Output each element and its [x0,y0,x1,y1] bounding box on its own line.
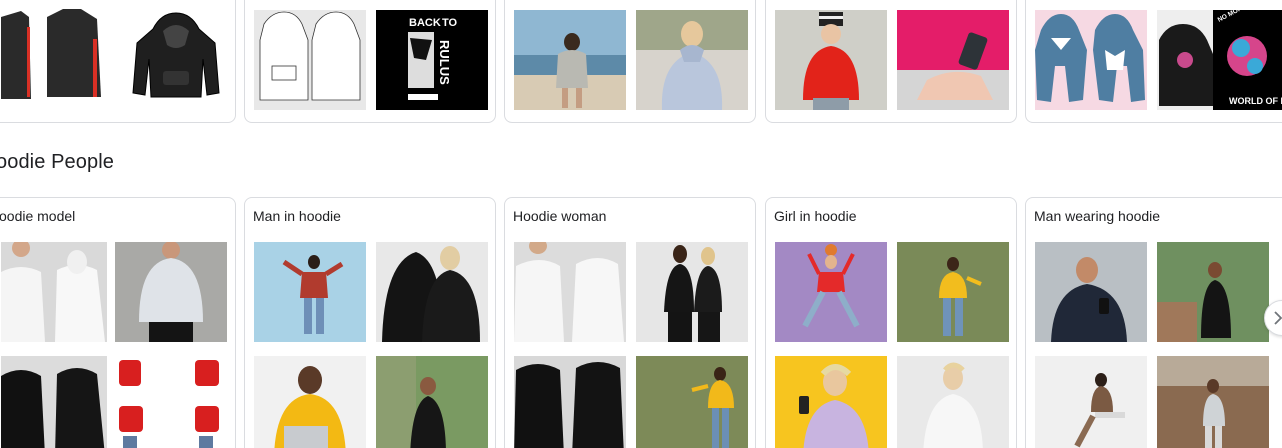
man-stool-photo [1035,356,1147,448]
jacket-flat-drawing [1,9,101,99]
poster-graphic: BACK TO RULUS [408,17,458,100]
black-hoodies-photo [1,356,107,448]
thumb-yellow-hoodie-woman[interactable] [636,356,748,448]
thumb-black-hoodies-pair[interactable] [514,356,626,448]
poster-text-to: TO [442,17,458,29]
hoodie-outline-drawing [132,12,220,98]
blue-hoodie-template [1035,14,1145,102]
girl-jumping-photo [775,242,887,342]
red-hoodies-grid [119,360,219,448]
child-red-hoodie-photo [775,10,887,110]
black-outfit-couple-photo [636,242,748,342]
girl-yellow-hoodie-photo [897,242,1009,342]
people-card-man-in-hoodie[interactable]: Man in hoodie [244,197,496,448]
thumb-white-hoodies-women[interactable] [514,242,626,342]
thumb-white-hoodies[interactable] [1,242,107,342]
thumb-man-garden-hoodie[interactable] [1157,242,1269,342]
thumb-black-outfit-couple[interactable] [636,242,748,342]
thumb-black-poster[interactable]: BACK TO RULUS [376,10,488,110]
thumb-girl-lilac-hoodie[interactable] [775,356,887,448]
yellow-hoodie-woman-photo [636,356,748,448]
thumb-man-outdoor-phone[interactable] [376,356,488,448]
thumb-man-street-hoodie[interactable] [1157,356,1269,448]
thumb-girl-jumping[interactable] [775,242,887,342]
hoodie-technical-sketch [259,11,361,101]
thumb-girl-yellow-hoodie[interactable] [897,242,1009,342]
thumb-hoodie-outline[interactable] [123,9,229,109]
poster-text-vertical: RULUS [437,40,452,85]
rose-print-hoodie: NO MORE PAIN EVERYTHING THAT WORLD OF R [1159,10,1282,110]
thumb-black-hoodie-couple[interactable] [376,242,488,342]
card-title: Man in hoodie [253,208,341,224]
black-hoodie-couple-photo [376,242,488,342]
thumb-man-dancing[interactable] [254,242,366,342]
thumb-rose-print-hoodie[interactable]: NO MORE PAIN EVERYTHING THAT WORLD OF R [1157,10,1282,110]
card-title: oodie model [0,208,76,224]
thumb-black-hoodies[interactable] [1,356,107,448]
thumb-blue-hoodie-template[interactable] [1035,10,1147,110]
thumb-man-navy-hoodie-phone[interactable] [1035,242,1147,342]
thumb-girl-white-hoodie[interactable] [897,356,1009,448]
black-hoodies-pair-photo [514,356,626,448]
card-title: Girl in hoodie [774,208,857,224]
category-card-2[interactable]: BACK TO RULUS [244,0,496,123]
print-footer-text: WORLD OF R [1229,96,1282,106]
category-card-3[interactable] [504,0,756,123]
thumb-child-red-hoodie[interactable] [775,10,887,110]
card-title: Man wearing hoodie [1034,208,1161,224]
blue-hoodie-photo [636,10,748,110]
people-card-hoodie-model[interactable]: oodie model [0,197,236,448]
category-card-1[interactable] [0,0,236,123]
section-title: oodie People [0,151,114,173]
pink-hoodie-photo [897,10,1009,110]
people-card-girl-in-hoodie[interactable]: Girl in hoodie [765,197,1017,448]
thumb-jacket-drawing[interactable] [1,9,107,109]
thumb-pink-hoodie-phone[interactable] [897,10,1009,110]
grey-hoodie-man-photo [115,242,227,342]
people-card-man-wearing-hoodie[interactable]: Man wearing hoodie [1025,197,1282,448]
category-card-5[interactable]: NO MORE PAIN EVERYTHING THAT WORLD OF R [1025,0,1282,123]
beach-photo [514,10,626,110]
thumb-hoodie-sketch[interactable] [254,10,366,110]
thumb-red-hoodies-grid[interactable] [115,356,227,448]
thumb-beach-hoodie[interactable] [514,10,626,110]
girl-lilac-hoodie-photo [775,356,887,448]
card-title: Hoodie woman [513,208,607,224]
chevron-right-icon [1274,311,1282,325]
white-hoodies-women-photo [514,242,626,342]
thumb-blue-hoodie-woman[interactable] [636,10,748,110]
thumb-grey-hoodie-man[interactable] [115,242,227,342]
man-navy-hoodie-photo [1035,242,1147,342]
white-hoodies-photo [1,242,107,342]
category-card-4[interactable] [765,0,1017,123]
man-outdoor-phone-photo [376,356,488,448]
thumb-yellow-hoodie-laptop[interactable] [254,356,366,448]
yellow-hoodie-laptop-photo [254,356,366,448]
poster-text-back: BACK [409,17,441,29]
man-dancing-photo [254,242,366,342]
thumb-man-stool-hoodie[interactable] [1035,356,1147,448]
man-garden-hoodie-photo [1157,242,1269,342]
people-card-hoodie-woman[interactable]: Hoodie woman [504,197,756,448]
man-street-hoodie-photo [1157,356,1269,448]
girl-white-hoodie-photo [897,356,1009,448]
